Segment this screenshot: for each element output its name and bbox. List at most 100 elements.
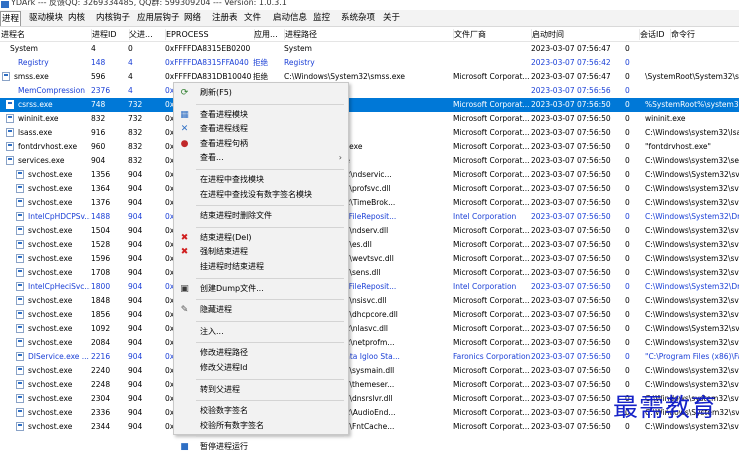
column-header-8[interactable]: 会话ID xyxy=(639,29,671,40)
cell-ppid: 732 xyxy=(128,114,143,123)
cell-name: smss.exe xyxy=(14,72,49,81)
column-header-2[interactable]: 父进... xyxy=(128,29,166,40)
pause-icon: ■ xyxy=(180,442,189,453)
table-row[interactable]: Registry 148 4 0xFFFFDA8315FFA040 拒绝 Registry… xyxy=(0,56,739,70)
table-row[interactable]: services.exe9048320xm32\services.exeMicr… xyxy=(0,154,739,168)
cell-cmd: C:\Windows\system32\svch xyxy=(645,226,739,235)
cell-session: 0 xyxy=(625,170,630,179)
context-menu-item-4[interactable]: ● 查看进程句柄 xyxy=(174,137,348,151)
cell-pid: 2240 xyxy=(91,366,111,375)
column-header-3[interactable]: EPROCESS xyxy=(165,29,255,40)
handles-icon: ● xyxy=(180,138,189,149)
table-row[interactable]: fontdrvhost.exe9608320xm32\fontdrvhost.e… xyxy=(0,140,739,154)
menu-tab-7[interactable]: 文件 xyxy=(243,12,262,24)
context-menu-label: 查看... xyxy=(200,153,224,163)
cell-time: 2023-03-07 07:56:50 xyxy=(531,156,611,165)
cell-ppid: 0 xyxy=(128,44,133,53)
context-menu-label: 转到父进程 xyxy=(200,384,240,394)
column-header-0[interactable]: 进程名 xyxy=(0,29,92,40)
cell-ppid: 904 xyxy=(128,394,143,403)
context-menu-item-5[interactable]: 查看... › xyxy=(174,151,348,165)
cell-ppid: 4 xyxy=(128,72,133,81)
table-row[interactable]: MemCompression 2376 4 0x 2023-03-07 07:56:56… xyxy=(0,84,739,98)
cell-name: svchost.exe xyxy=(28,268,73,277)
cell-session: 0 xyxy=(625,282,630,291)
cell-ppid: 904 xyxy=(128,310,143,319)
menu-tab-9[interactable]: 监控 xyxy=(312,12,331,24)
column-header-5[interactable]: 进程路径 xyxy=(284,29,454,40)
menu-tab-0[interactable]: 进程 xyxy=(0,11,22,26)
app-icon xyxy=(1,1,9,8)
menu-tab-3[interactable]: 内核钩子 xyxy=(95,12,131,24)
menu-tab-10[interactable]: 系统杂项 xyxy=(340,12,376,24)
context-menu-item-27[interactable]: 校验数字签名 xyxy=(174,404,348,418)
cell-name: svchost.exe xyxy=(28,394,73,403)
menu-tab-11[interactable]: 关于 xyxy=(382,12,401,24)
table-row[interactable]: svchost.exe13569040xindows\System32\ndse… xyxy=(0,168,739,182)
menu-tab-6[interactable]: 注册表 xyxy=(211,12,239,24)
cell-ppid: 904 xyxy=(128,422,143,431)
context-menu-item-20[interactable]: 注入... xyxy=(174,325,348,339)
column-header-6[interactable]: 文件厂商 xyxy=(453,29,532,40)
table-row[interactable]: svchost.exe15969040xindows\system32\wevt… xyxy=(0,252,739,266)
context-menu-item-25[interactable]: 转到父进程 xyxy=(174,383,348,397)
cell-session: 0 xyxy=(625,366,630,375)
context-menu-item-23[interactable]: 修改父进程Id xyxy=(174,361,348,375)
cell-cmd: C:\Windows\system32\svch xyxy=(645,310,739,319)
context-menu-item-30[interactable]: ■ 暂停进程运行 xyxy=(174,440,348,454)
table-row[interactable]: IntelCpHeciSvc...18009040xm32\DriverStor… xyxy=(0,280,739,294)
cell-cmd: C:\Windows\system32\svch xyxy=(645,254,739,263)
table-row[interactable]: svchost.exe20849040xindows\System32\netp… xyxy=(0,336,739,350)
table-row[interactable]: IntelCpHDCPSv...14889040xm32\DriverStore… xyxy=(0,210,739,224)
table-row[interactable]: System 4 0 0xFFFFDA8315EB0200 System 2023-03-… xyxy=(0,42,739,56)
column-header-7[interactable]: 启动时间 xyxy=(531,29,640,40)
context-menu-item-18[interactable]: ✎ 隐藏进程 xyxy=(174,303,348,317)
table-row[interactable]: wininit.exe8327320xm32\wininit.exeMicros… xyxy=(0,112,739,126)
cell-ppid: 904 xyxy=(128,296,143,305)
table-row[interactable]: svchost.exe17089040xindows\system32\sens… xyxy=(0,266,739,280)
menu-separator xyxy=(196,226,344,228)
cell-ppid: 904 xyxy=(128,254,143,263)
menu-tab-4[interactable]: 应用层钩子 xyxy=(136,12,181,24)
context-menu-item-7[interactable]: 在进程中查找模块 xyxy=(174,173,348,187)
context-menu-item-14[interactable]: 挂进程时结束进程 xyxy=(174,260,348,274)
menu-separator xyxy=(196,436,344,438)
table-row[interactable]: svchost.exe15289040xindows\system32\es.d… xyxy=(0,238,739,252)
cell-name: svchost.exe xyxy=(28,310,73,319)
cell-ppid: 904 xyxy=(128,198,143,207)
context-menu-item-0[interactable]: ⟳ 刷新(F5) xyxy=(174,86,348,100)
column-header-9[interactable]: 命令行 xyxy=(670,29,739,40)
menu-tab-5[interactable]: 网络 xyxy=(183,12,202,24)
table-row[interactable]: svchost.exe18489040xindows\system32\nsis… xyxy=(0,294,739,308)
context-menu-item-13[interactable]: ✖ 强制结束进程 xyxy=(174,245,348,259)
context-menu-label: 修改进程路径 xyxy=(200,348,248,358)
context-menu-item-10[interactable]: 结束进程时删除文件 xyxy=(174,209,348,223)
table-row[interactable]: svchost.exe10929040xindows\System32\nlas… xyxy=(0,322,739,336)
table-row[interactable]: svchost.exe18569040xindows\system32\dhcp… xyxy=(0,308,739,322)
context-menu-item-8[interactable]: 在进程中查找没有数字签名模块 xyxy=(174,188,348,202)
cell-session: 0 xyxy=(625,268,630,277)
table-row[interactable]: smss.exe 596 4 0xFFFFDA831DB10040 拒绝 C:\Windo… xyxy=(0,70,739,84)
column-header-4[interactable]: 应用... xyxy=(253,29,285,40)
context-menu-item-2[interactable]: ▦ 查看进程模块 xyxy=(174,108,348,122)
menu-tab-8[interactable]: 启动信息 xyxy=(272,12,308,24)
table-row[interactable]: svchost.exe15049040xindows\system32\ndse… xyxy=(0,224,739,238)
context-menu-label: 查看进程句柄 xyxy=(200,138,248,148)
cell-ppid: 904 xyxy=(128,240,143,249)
table-row[interactable]: svchost.exe22409040xindows\system32\sysm… xyxy=(0,364,739,378)
cell-ppid: 904 xyxy=(128,212,143,221)
context-menu-item-22[interactable]: 修改进程路径 xyxy=(174,346,348,360)
table-row[interactable]: svchost.exe13769040xindows\System32\Time… xyxy=(0,196,739,210)
table-row[interactable]: svchost.exe13649040xindows\system32\prof… xyxy=(0,182,739,196)
context-menu-item-28[interactable]: 校验所有数字签名 xyxy=(174,419,348,433)
context-menu-item-12[interactable]: ✖ 结束进程(Del) xyxy=(174,231,348,245)
table-row[interactable]: DIService.exe ...22169040x(x86)\Faronics… xyxy=(0,350,739,364)
table-row[interactable]: lsass.exe9168320xm32\lsass.exeMicrosoft … xyxy=(0,126,739,140)
table-row[interactable]: csrss.exe7487320xm32\csrss.exeMicrosoft … xyxy=(0,98,739,112)
context-menu-item-3[interactable]: ✕ 查看进程线程 xyxy=(174,122,348,136)
cell-name: svchost.exe xyxy=(28,198,73,207)
menu-tab-2[interactable]: 内核 xyxy=(67,12,86,24)
column-header-1[interactable]: 进程ID xyxy=(91,29,130,40)
menu-tab-1[interactable]: 驱动模块 xyxy=(28,12,64,24)
context-menu-item-16[interactable]: ▣ 创建Dump文件... xyxy=(174,282,348,296)
